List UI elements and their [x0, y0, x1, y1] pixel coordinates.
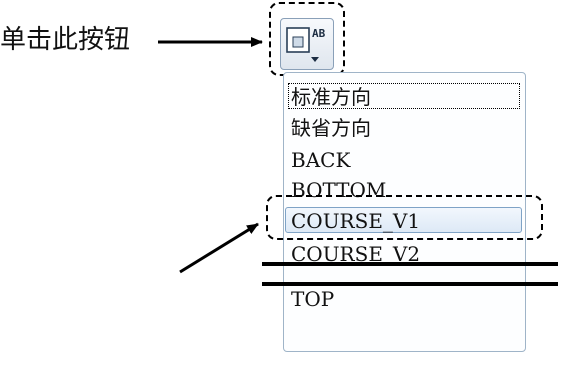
dropdown-item-back[interactable]: BACK — [291, 147, 350, 173]
chevron-down-icon — [311, 57, 319, 62]
view-orientation-button[interactable]: AB — [280, 18, 334, 70]
selection-callout-highlight — [266, 195, 543, 240]
selection-arrow — [179, 222, 259, 274]
dropdown-item-default[interactable]: 缺省方向 — [291, 115, 371, 141]
view-button-glyph: AB — [312, 27, 326, 40]
dropdown-item-top[interactable]: TOP — [291, 286, 334, 312]
view-orientation-icon: AB — [286, 27, 326, 62]
list-break-line-bottom — [262, 282, 558, 286]
list-break-line-top — [262, 262, 558, 266]
dropdown-item-standard[interactable]: 标准方向 — [288, 83, 520, 109]
